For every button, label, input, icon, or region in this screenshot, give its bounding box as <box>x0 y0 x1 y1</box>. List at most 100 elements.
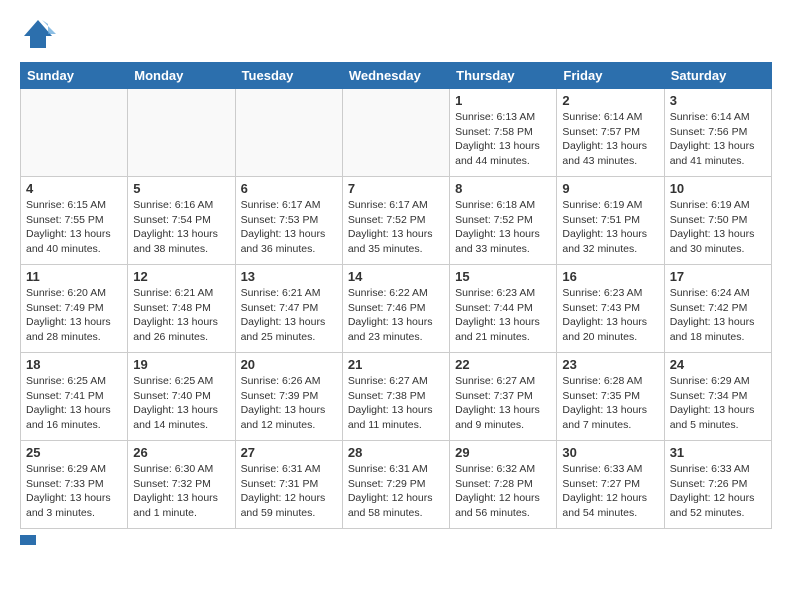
day-number: 14 <box>348 269 444 284</box>
calendar-cell: 22 Sunrise: 6:27 AM Sunset: 7:37 PM Dayli… <box>450 353 557 441</box>
day-number: 16 <box>562 269 658 284</box>
calendar-cell: 16 Sunrise: 6:23 AM Sunset: 7:43 PM Dayli… <box>557 265 664 353</box>
day-info: Sunrise: 6:31 AM Sunset: 7:29 PM Dayligh… <box>348 462 444 521</box>
day-number: 23 <box>562 357 658 372</box>
calendar-cell: 17 Sunrise: 6:24 AM Sunset: 7:42 PM Dayli… <box>664 265 771 353</box>
calendar-header-monday: Monday <box>128 63 235 89</box>
day-info: Sunrise: 6:29 AM Sunset: 7:33 PM Dayligh… <box>26 462 122 521</box>
day-number: 9 <box>562 181 658 196</box>
calendar-week-2: 4 Sunrise: 6:15 AM Sunset: 7:55 PM Daylig… <box>21 177 772 265</box>
calendar-cell: 8Sunrise: 6:18 AM Sunset: 7:52 PM Daylig… <box>450 177 557 265</box>
day-number: 31 <box>670 445 766 460</box>
logo-icon <box>20 16 56 52</box>
calendar-cell: 29 Sunrise: 6:32 AM Sunset: 7:28 PM Dayli… <box>450 441 557 529</box>
calendar-week-3: 11 Sunrise: 6:20 AM Sunset: 7:49 PM Dayli… <box>21 265 772 353</box>
calendar-cell <box>128 89 235 177</box>
day-number: 17 <box>670 269 766 284</box>
day-number: 20 <box>241 357 337 372</box>
day-number: 5 <box>133 181 229 196</box>
day-info: Sunrise: 6:31 AM Sunset: 7:31 PM Dayligh… <box>241 462 337 521</box>
day-number: 22 <box>455 357 551 372</box>
day-number: 6 <box>241 181 337 196</box>
day-number: 3 <box>670 93 766 108</box>
calendar-header-sunday: Sunday <box>21 63 128 89</box>
day-info: Sunrise: 6:19 AM Sunset: 7:50 PM Dayligh… <box>670 198 766 257</box>
day-info: Sunrise: 6:15 AM Sunset: 7:55 PM Dayligh… <box>26 198 122 257</box>
calendar-header-wednesday: Wednesday <box>342 63 449 89</box>
calendar-cell: 7 Sunrise: 6:17 AM Sunset: 7:52 PM Daylig… <box>342 177 449 265</box>
calendar-cell: 25Sunrise: 6:29 AM Sunset: 7:33 PM Dayli… <box>21 441 128 529</box>
day-info: Sunrise: 6:21 AM Sunset: 7:47 PM Dayligh… <box>241 286 337 345</box>
calendar-cell: 31 Sunrise: 6:33 AM Sunset: 7:26 PM Dayli… <box>664 441 771 529</box>
calendar-cell <box>342 89 449 177</box>
day-number: 26 <box>133 445 229 460</box>
page: SundayMondayTuesdayWednesdayThursdayFrid… <box>0 0 792 555</box>
day-number: 2 <box>562 93 658 108</box>
day-number: 4 <box>26 181 122 196</box>
day-info: Sunrise: 6:33 AM Sunset: 7:26 PM Dayligh… <box>670 462 766 521</box>
calendar-cell <box>21 89 128 177</box>
day-info: Sunrise: 6:32 AM Sunset: 7:28 PM Dayligh… <box>455 462 551 521</box>
calendar-week-4: 18Sunrise: 6:25 AM Sunset: 7:41 PM Dayli… <box>21 353 772 441</box>
calendar-cell: 11 Sunrise: 6:20 AM Sunset: 7:49 PM Dayli… <box>21 265 128 353</box>
calendar-cell: 10 Sunrise: 6:19 AM Sunset: 7:50 PM Dayli… <box>664 177 771 265</box>
day-info: Sunrise: 6:16 AM Sunset: 7:54 PM Dayligh… <box>133 198 229 257</box>
calendar-cell: 1 Sunrise: 6:13 AM Sunset: 7:58 PM Daylig… <box>450 89 557 177</box>
day-info: Sunrise: 6:17 AM Sunset: 7:52 PM Dayligh… <box>348 198 444 257</box>
day-number: 10 <box>670 181 766 196</box>
daylight-bar-icon <box>20 535 36 545</box>
day-number: 28 <box>348 445 444 460</box>
calendar-cell: 30 Sunrise: 6:33 AM Sunset: 7:27 PM Dayli… <box>557 441 664 529</box>
calendar-cell: 15Sunrise: 6:23 AM Sunset: 7:44 PM Dayli… <box>450 265 557 353</box>
day-info: Sunrise: 6:14 AM Sunset: 7:57 PM Dayligh… <box>562 110 658 169</box>
day-info: Sunrise: 6:24 AM Sunset: 7:42 PM Dayligh… <box>670 286 766 345</box>
day-info: Sunrise: 6:30 AM Sunset: 7:32 PM Dayligh… <box>133 462 229 521</box>
day-info: Sunrise: 6:23 AM Sunset: 7:43 PM Dayligh… <box>562 286 658 345</box>
calendar-header-saturday: Saturday <box>664 63 771 89</box>
calendar-cell: 24 Sunrise: 6:29 AM Sunset: 7:34 PM Dayli… <box>664 353 771 441</box>
calendar-cell: 23 Sunrise: 6:28 AM Sunset: 7:35 PM Dayli… <box>557 353 664 441</box>
calendar-cell: 18Sunrise: 6:25 AM Sunset: 7:41 PM Dayli… <box>21 353 128 441</box>
calendar-cell: 14 Sunrise: 6:22 AM Sunset: 7:46 PM Dayli… <box>342 265 449 353</box>
day-number: 8 <box>455 181 551 196</box>
calendar-cell: 20 Sunrise: 6:26 AM Sunset: 7:39 PM Dayli… <box>235 353 342 441</box>
day-info: Sunrise: 6:20 AM Sunset: 7:49 PM Dayligh… <box>26 286 122 345</box>
day-info: Sunrise: 6:17 AM Sunset: 7:53 PM Dayligh… <box>241 198 337 257</box>
calendar-cell: 26 Sunrise: 6:30 AM Sunset: 7:32 PM Dayli… <box>128 441 235 529</box>
day-number: 27 <box>241 445 337 460</box>
calendar-cell <box>235 89 342 177</box>
day-info: Sunrise: 6:23 AM Sunset: 7:44 PM Dayligh… <box>455 286 551 345</box>
day-info: Sunrise: 6:25 AM Sunset: 7:40 PM Dayligh… <box>133 374 229 433</box>
day-info: Sunrise: 6:33 AM Sunset: 7:27 PM Dayligh… <box>562 462 658 521</box>
footer <box>20 535 772 545</box>
day-info: Sunrise: 6:27 AM Sunset: 7:38 PM Dayligh… <box>348 374 444 433</box>
day-info: Sunrise: 6:13 AM Sunset: 7:58 PM Dayligh… <box>455 110 551 169</box>
day-info: Sunrise: 6:26 AM Sunset: 7:39 PM Dayligh… <box>241 374 337 433</box>
day-number: 29 <box>455 445 551 460</box>
calendar-week-1: 1 Sunrise: 6:13 AM Sunset: 7:58 PM Daylig… <box>21 89 772 177</box>
day-number: 13 <box>241 269 337 284</box>
calendar-cell: 21 Sunrise: 6:27 AM Sunset: 7:38 PM Dayli… <box>342 353 449 441</box>
calendar-cell: 4 Sunrise: 6:15 AM Sunset: 7:55 PM Daylig… <box>21 177 128 265</box>
calendar-cell: 6 Sunrise: 6:17 AM Sunset: 7:53 PM Daylig… <box>235 177 342 265</box>
day-info: Sunrise: 6:19 AM Sunset: 7:51 PM Dayligh… <box>562 198 658 257</box>
day-number: 21 <box>348 357 444 372</box>
calendar-cell: 5 Sunrise: 6:16 AM Sunset: 7:54 PM Daylig… <box>128 177 235 265</box>
day-number: 12 <box>133 269 229 284</box>
day-number: 24 <box>670 357 766 372</box>
day-number: 7 <box>348 181 444 196</box>
day-info: Sunrise: 6:22 AM Sunset: 7:46 PM Dayligh… <box>348 286 444 345</box>
day-info: Sunrise: 6:28 AM Sunset: 7:35 PM Dayligh… <box>562 374 658 433</box>
day-number: 30 <box>562 445 658 460</box>
calendar-cell: 19 Sunrise: 6:25 AM Sunset: 7:40 PM Dayli… <box>128 353 235 441</box>
calendar-cell: 13 Sunrise: 6:21 AM Sunset: 7:47 PM Dayli… <box>235 265 342 353</box>
day-info: Sunrise: 6:27 AM Sunset: 7:37 PM Dayligh… <box>455 374 551 433</box>
header <box>20 16 772 52</box>
day-info: Sunrise: 6:29 AM Sunset: 7:34 PM Dayligh… <box>670 374 766 433</box>
calendar-header-row: SundayMondayTuesdayWednesdayThursdayFrid… <box>21 63 772 89</box>
calendar-header-friday: Friday <box>557 63 664 89</box>
calendar-week-5: 25Sunrise: 6:29 AM Sunset: 7:33 PM Dayli… <box>21 441 772 529</box>
day-number: 19 <box>133 357 229 372</box>
day-number: 1 <box>455 93 551 108</box>
day-number: 11 <box>26 269 122 284</box>
